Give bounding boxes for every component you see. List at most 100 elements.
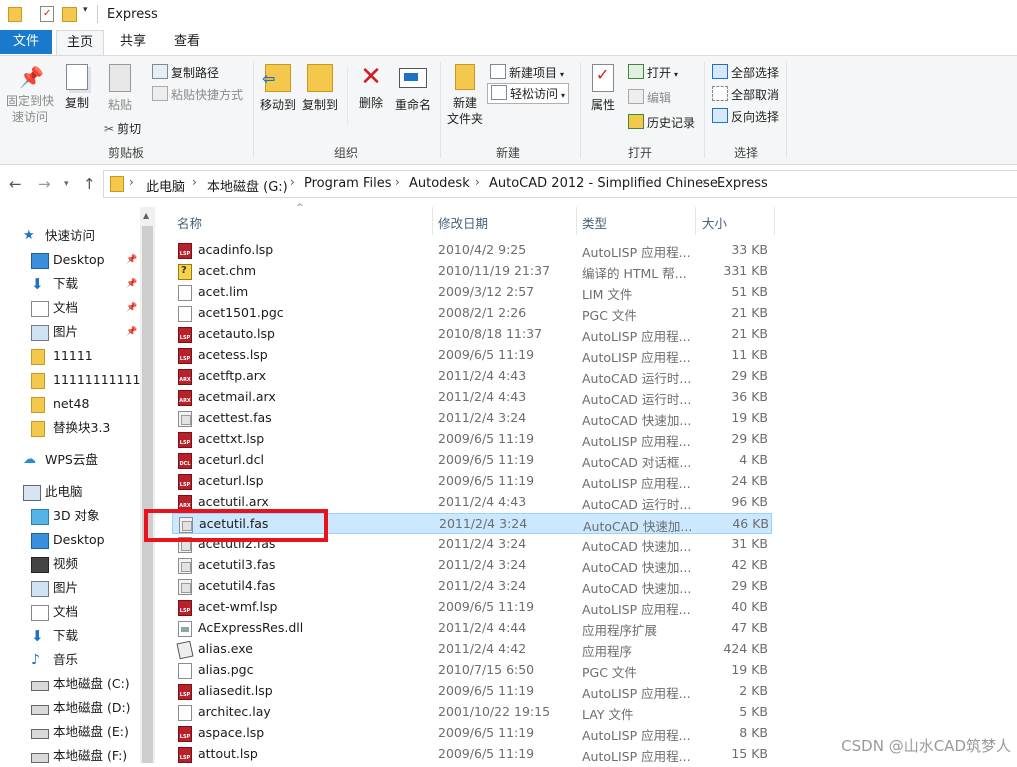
file-row[interactable]: acettest.fas 2011/2/4 3:24 AutoCAD 快速加... 1… [172, 408, 772, 429]
invert-selection-button[interactable]: 反向选择 [712, 108, 779, 125]
tab-home[interactable]: 主页 [56, 30, 104, 55]
breadcrumb-this-pc[interactable]: 此电脑 [146, 176, 185, 195]
file-name: alias.exe [198, 641, 253, 656]
file-row[interactable]: acet-wmf.lsp 2009/6/5 11:19 AutoLISP 应用程..… [172, 597, 772, 618]
copy-button[interactable]: 复制 [60, 64, 94, 111]
lsp-file-icon [178, 432, 192, 448]
drive-icon [31, 753, 49, 763]
file-row[interactable]: acadinfo.lsp 2010/4/2 9:25 AutoLISP 应用程...… [172, 240, 772, 261]
breadcrumb-chevron-icon[interactable]: › [475, 175, 480, 189]
delete-button[interactable]: ✕ 删除 [352, 64, 390, 111]
app-folder-icon [8, 7, 22, 22]
picture-icon [31, 325, 49, 341]
pin-quick-access-button[interactable]: 📌 固定到快 速访问 [4, 64, 56, 125]
column-divider[interactable] [774, 207, 775, 235]
file-row[interactable]: acetutil4.fas 2011/2/4 3:24 AutoCAD 快速加...… [172, 576, 772, 597]
breadcrumb-chevron-icon[interactable]: › [702, 175, 707, 189]
file-row[interactable]: acet.lim 2009/3/12 2:57 LIM 文件 51 KB [172, 282, 772, 303]
breadcrumb-autodesk[interactable]: Autodesk [409, 176, 470, 191]
up-arrow-icon[interactable]: ↑ [83, 175, 96, 193]
tab-share[interactable]: 共享 [110, 30, 156, 54]
select-all-button[interactable]: 全部选择 [712, 64, 779, 81]
paste-button[interactable]: 粘贴 [100, 64, 140, 113]
breadcrumb-autocad[interactable]: AutoCAD 2012 - Simplified Chinese [489, 176, 718, 191]
column-header-name[interactable]: 名称 [177, 213, 202, 232]
file-size: 4 KB [739, 452, 768, 467]
file-size: 21 KB [731, 305, 768, 320]
edit-button[interactable]: 编辑 [628, 89, 671, 106]
nav-item-label: Desktop [53, 532, 105, 547]
breadcrumb-chevron-icon[interactable]: › [129, 175, 134, 189]
open-button[interactable]: 打开 ▾ [628, 64, 678, 81]
column-divider[interactable] [576, 207, 577, 235]
drive-icon [31, 705, 49, 715]
column-header-type[interactable]: 类型 [582, 213, 607, 232]
file-row[interactable]: acetauto.lsp 2010/8/18 11:37 AutoLISP 应用程.… [172, 324, 772, 345]
folder-icon [31, 421, 45, 437]
column-divider[interactable] [432, 207, 433, 235]
file-type: AutoLISP 应用程... [582, 728, 691, 743]
file-row[interactable]: acetutil3.fas 2011/2/4 3:24 AutoCAD 快速加...… [172, 555, 772, 576]
organize-group-label: 组织 [333, 146, 358, 160]
select-none-label: 全部取消 [731, 88, 780, 102]
move-to-button[interactable]: ⇦ 移动到 [258, 64, 298, 113]
easy-access-button[interactable]: 轻松访问 ▾ [487, 83, 570, 104]
file-row[interactable]: acet1501.pgc 2008/2/1 2:26 PGC 文件 21 KB [172, 303, 772, 324]
file-row[interactable]: aceturl.dcl 2009/6/5 11:19 AutoCAD 对话框... 4… [172, 450, 772, 471]
file-row[interactable]: acetess.lsp 2009/6/5 11:19 AutoLISP 应用程...… [172, 345, 772, 366]
tab-file[interactable]: 文件 [0, 30, 52, 54]
properties-quick-icon[interactable]: ✓ [40, 6, 54, 22]
file-row[interactable]: acetmail.arx 2011/2/4 4:43 AutoCAD 运行时... 3… [172, 387, 772, 408]
file-name: acettxt.lsp [198, 431, 265, 446]
lsp-file-icon [178, 474, 192, 490]
column-header-size[interactable]: 大小 [702, 213, 727, 232]
select-none-button[interactable]: 全部取消 [712, 86, 779, 103]
breadcrumb-program-files[interactable]: Program Files [304, 176, 392, 191]
title-bar: ✓ ▾ Express [0, 0, 1017, 30]
rename-button[interactable]: 重命名 [392, 64, 434, 113]
column-header-modified[interactable]: 修改日期 [438, 213, 488, 232]
new-folder-button[interactable]: 新建 文件夹 [444, 64, 486, 127]
file-row[interactable]: attout.lsp 2009/6/5 11:19 AutoLISP 应用程... 1… [172, 744, 772, 765]
computer-icon [23, 485, 41, 501]
breadcrumb-chevron-icon[interactable]: › [290, 175, 295, 189]
forward-arrow-icon[interactable]: → [38, 175, 51, 193]
fas-file-icon [178, 558, 192, 574]
back-arrow-icon[interactable]: ← [9, 175, 22, 193]
cut-button[interactable]: ✂ 剪切 [104, 120, 141, 137]
history-button[interactable]: 历史记录 [628, 114, 695, 131]
nav-item-label: 11111 [53, 348, 93, 363]
column-divider[interactable] [695, 207, 696, 235]
file-row[interactable]: aceturl.lsp 2009/6/5 11:19 AutoLISP 应用程...… [172, 471, 772, 492]
file-row[interactable]: aspace.lsp 2009/6/5 11:19 AutoLISP 应用程... 8… [172, 723, 772, 744]
address-bar[interactable]: › 此电脑 › 本地磁盘 (G:) › Program Files › Auto… [103, 170, 1017, 198]
nav-pane-scroll-thumb[interactable] [142, 226, 153, 763]
file-row[interactable]: architec.lay 2001/10/22 19:15 LAY 文件 5 KB [172, 702, 772, 723]
quick-access-dropdown-icon[interactable]: ▾ [83, 5, 88, 21]
file-row[interactable]: aliasedit.lsp 2009/6/5 11:19 AutoLISP 应用程.… [172, 681, 772, 702]
address-folder-icon [110, 176, 124, 192]
copy-to-button[interactable]: 复制到 [300, 64, 340, 113]
nav-item-label: 111111111111 [53, 372, 149, 387]
breadcrumb-drive-g[interactable]: 本地磁盘 (G:) [207, 176, 288, 195]
window-title: Express [107, 7, 158, 22]
properties-button[interactable]: ✓ 属性 [586, 64, 620, 113]
copy-path-button[interactable]: 复制路径 [152, 64, 219, 81]
file-modified: 2010/11/19 21:37 [438, 263, 551, 278]
breadcrumb-express[interactable]: Express [717, 176, 768, 191]
new-folder-quick-icon[interactable] [62, 7, 77, 22]
file-row[interactable]: acet.chm 2010/11/19 21:37 编译的 HTML 帮... 331… [172, 261, 772, 282]
recent-locations-chevron-icon[interactable]: ▾ [64, 179, 69, 189]
file-row[interactable]: AcExpressRes.dll 2011/2/4 4:44 应用程序扩展 47 KB [172, 618, 772, 639]
file-row[interactable]: alias.pgc 2010/7/15 6:50 PGC 文件 19 KB [172, 660, 772, 681]
breadcrumb-chevron-icon[interactable]: › [395, 175, 400, 189]
scroll-up-arrow-icon[interactable]: ▲ [143, 211, 149, 220]
new-item-button[interactable]: 新建项目 ▾ [490, 64, 564, 81]
file-size: 31 KB [731, 536, 768, 551]
file-row[interactable]: alias.exe 2011/2/4 4:42 应用程序 424 KB [172, 639, 772, 660]
breadcrumb-chevron-icon[interactable]: › [192, 175, 197, 189]
file-row[interactable]: acetftp.arx 2011/2/4 4:43 AutoCAD 运行时... 29… [172, 366, 772, 387]
file-row[interactable]: acettxt.lsp 2009/6/5 11:19 AutoLISP 应用程...… [172, 429, 772, 450]
tab-view[interactable]: 查看 [164, 30, 210, 54]
paste-shortcut-button[interactable]: 粘贴快捷方式 [152, 86, 243, 103]
